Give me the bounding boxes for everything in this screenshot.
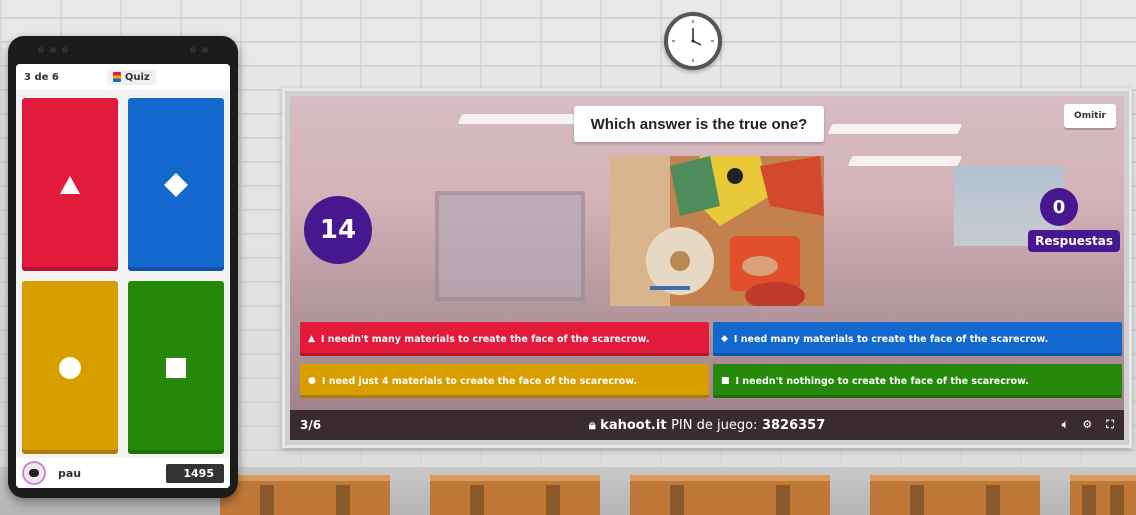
phone-camera: [38, 44, 208, 56]
phone-device: 3 de 6 Quiz pau 1495: [8, 36, 238, 498]
square-answer-button[interactable]: [128, 281, 224, 454]
desk: [630, 475, 830, 515]
avatar-icon: [22, 461, 46, 485]
player-score: 1495: [166, 463, 224, 483]
desk: [430, 475, 600, 515]
phone-header: 3 de 6 Quiz: [16, 64, 230, 90]
diamond-answer-button[interactable]: [128, 98, 224, 271]
question-image: [610, 156, 824, 306]
answer-text: I needn't many materials to create the f…: [320, 333, 650, 345]
triangle-answer-button[interactable]: [22, 98, 118, 271]
triangle-icon: [60, 175, 80, 194]
desk: [220, 475, 390, 515]
game-pin-info: 🔒︎ kahoot.it PIN de juego: 3826357: [290, 418, 1124, 433]
answer-option-diamond: ◆ I need many materials to create the fa…: [713, 322, 1122, 356]
answer-text: I need many materials to create the face…: [733, 333, 1049, 345]
answer-text: I needn't nothingo to create the face of…: [735, 375, 1029, 387]
question-title: Which answer is the true one?: [574, 106, 824, 142]
quiz-label: Quiz: [124, 71, 150, 83]
ceiling-light: [847, 156, 963, 166]
player-name: pau: [58, 466, 82, 480]
answer-option-square: ■ I needn't nothingo to create the face …: [713, 364, 1122, 398]
answer-option-triangle: ▲ I needn't many materials to create the…: [300, 322, 709, 356]
skip-button[interactable]: Omitir: [1064, 104, 1116, 128]
square-icon: ■: [721, 376, 730, 386]
square-icon: [166, 357, 186, 378]
circle-icon: ●: [308, 376, 316, 386]
quiz-icon: [112, 72, 121, 82]
quiz-mode-badge: Quiz: [106, 69, 156, 85]
footer-progress: 3/6: [300, 418, 322, 432]
game-board: Which answer is the true one? Omitir 14 …: [290, 96, 1124, 440]
question-progress: 3 de 6: [24, 71, 59, 83]
game-footer: 3/6 🔒︎ kahoot.it PIN de juego: 3826357 🔈…: [290, 410, 1124, 440]
countdown-timer: 14: [304, 196, 372, 264]
answer-tiles: [22, 98, 224, 454]
diamond-icon: [164, 172, 188, 197]
site-name: kahoot.it: [600, 417, 667, 433]
ceiling-light: [827, 124, 963, 134]
presentation-screen: Which answer is the true one? Omitir 14 …: [282, 88, 1132, 448]
game-pin: 3826357: [761, 417, 826, 433]
answer-text: I need just 4 materials to create the fa…: [321, 375, 638, 387]
lock-icon: 🔒︎: [588, 417, 596, 433]
volume-icon[interactable]: 🔈︎: [1062, 418, 1069, 432]
phone-screen: 3 de 6 Quiz pau 1495: [16, 64, 230, 488]
circle-answer-button[interactable]: [22, 281, 118, 454]
desk: [1070, 475, 1136, 515]
diamond-icon: ◆: [721, 334, 728, 344]
desk: [870, 475, 1040, 515]
answers-label: Respuestas: [1028, 230, 1120, 252]
answers-count: 0: [1040, 188, 1078, 226]
triangle-icon: ▲: [308, 334, 315, 344]
classroom-whiteboard: [435, 191, 585, 301]
answer-option-circle: ● I need just 4 materials to create the …: [300, 364, 709, 398]
settings-icon[interactable]: ⚙︎: [1082, 418, 1092, 432]
footer-controls: 🔈︎ ⚙︎ ⛶: [1062, 418, 1114, 432]
wall-clock: [664, 12, 722, 70]
fullscreen-icon[interactable]: ⛶: [1106, 418, 1114, 432]
circle-icon: [59, 356, 81, 379]
player-bar: pau 1495: [16, 458, 230, 488]
pin-label: PIN de juego:: [671, 417, 758, 433]
